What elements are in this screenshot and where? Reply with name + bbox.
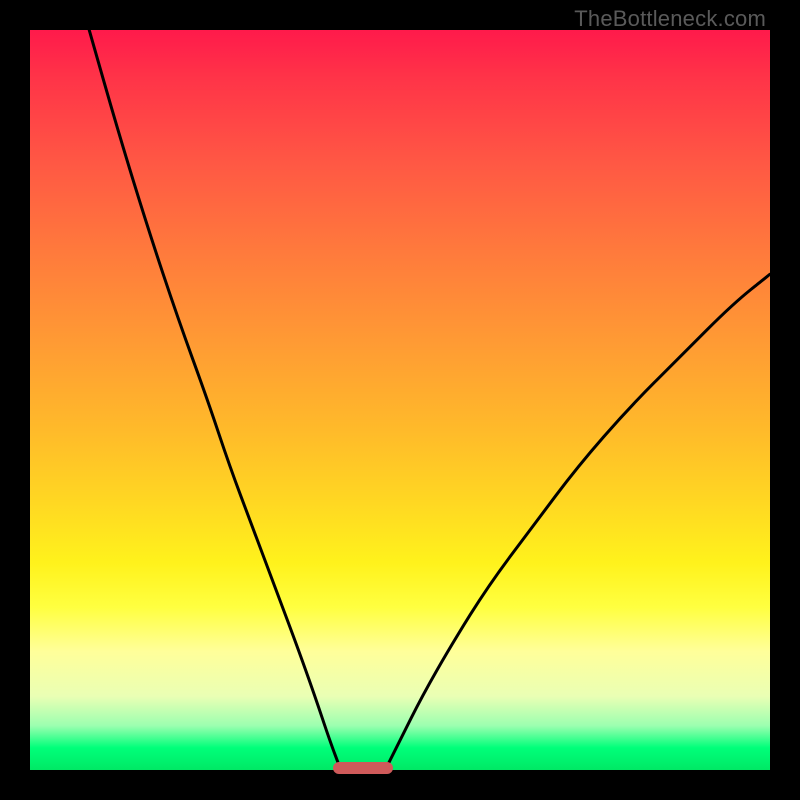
optimal-marker [333,762,392,774]
plot-area [30,30,770,770]
outer-frame: TheBottleneck.com [0,0,800,800]
curve-left-branch [89,30,341,770]
watermark-text: TheBottleneck.com [574,6,766,32]
curve-right-branch [385,274,770,770]
curve-layer [30,30,770,770]
